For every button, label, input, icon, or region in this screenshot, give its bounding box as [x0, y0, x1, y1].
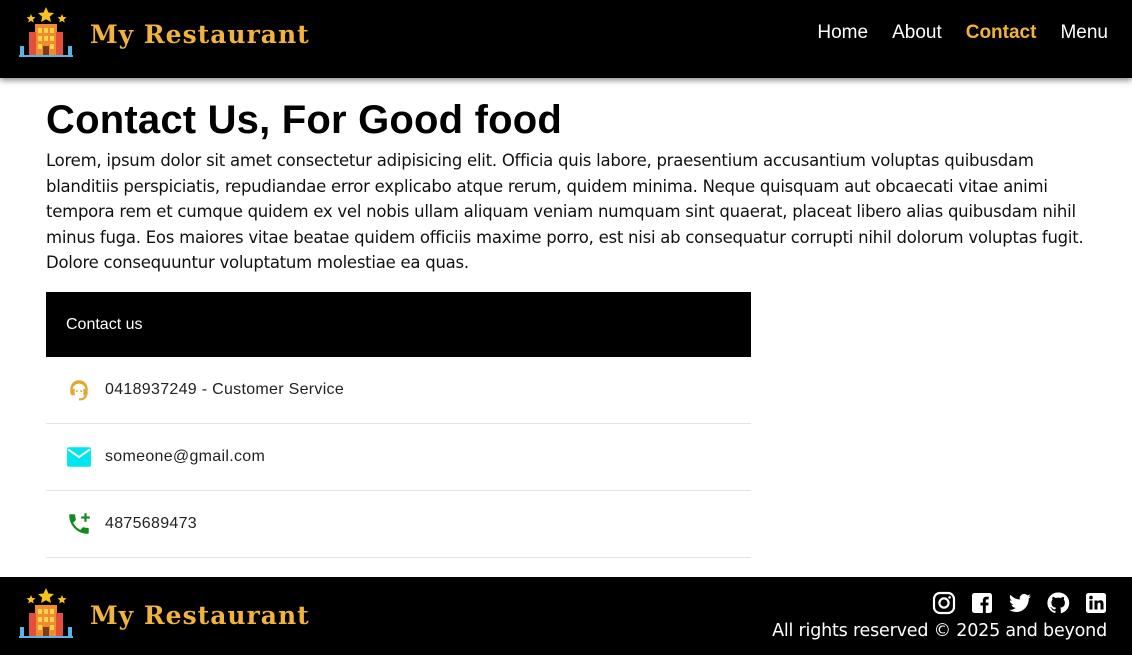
nav-contact[interactable]: Contact: [966, 22, 1037, 44]
footer-brand-name: My Restaurant: [90, 600, 310, 630]
email-text: someone@gmail.com: [105, 448, 266, 465]
instagram-icon[interactable]: [932, 591, 956, 615]
phone-text: 4875689473: [105, 515, 197, 532]
nav-home[interactable]: Home: [817, 22, 868, 44]
copyright-text: All rights reserved © 2025 and beyond: [772, 621, 1107, 641]
brand-logo-link[interactable]: My Restaurant: [18, 4, 310, 60]
customer-service-text: 0418937249 - Customer Service: [105, 381, 345, 398]
contact-card: Contact us 0418937249 - Customer Service…: [46, 292, 751, 558]
facebook-icon[interactable]: [970, 591, 994, 615]
phone-add-icon: [66, 511, 92, 537]
page-title: Contact Us, For Good food: [46, 98, 563, 142]
contact-item-customer-service[interactable]: 0418937249 - Customer Service: [46, 357, 751, 424]
main-nav: Home About Contact Menu: [817, 22, 1108, 44]
nav-about[interactable]: About: [892, 22, 942, 44]
customer-service-icon: [66, 377, 92, 403]
twitter-icon[interactable]: [1008, 591, 1032, 615]
brand-name: My Restaurant: [90, 19, 310, 49]
site-header: My Restaurant Home About Contact Menu: [0, 0, 1132, 78]
email-icon: [66, 444, 92, 470]
contact-card-heading: Contact us: [46, 292, 751, 357]
nav-menu[interactable]: Menu: [1060, 22, 1108, 44]
linkedin-icon[interactable]: [1084, 591, 1108, 615]
contact-item-email[interactable]: someone@gmail.com: [46, 424, 751, 491]
social-links: [932, 591, 1108, 615]
restaurant-building-icon: [19, 7, 73, 57]
github-icon[interactable]: [1046, 591, 1070, 615]
contact-item-phone[interactable]: 4875689473: [46, 491, 751, 558]
site-footer: My Restaurant All rights reserved © 2025…: [0, 577, 1132, 655]
restaurant-building-icon: [19, 588, 73, 638]
footer-brand[interactable]: My Restaurant: [18, 585, 310, 641]
intro-paragraph: Lorem, ipsum dolor sit amet consectetur …: [46, 151, 1084, 272]
